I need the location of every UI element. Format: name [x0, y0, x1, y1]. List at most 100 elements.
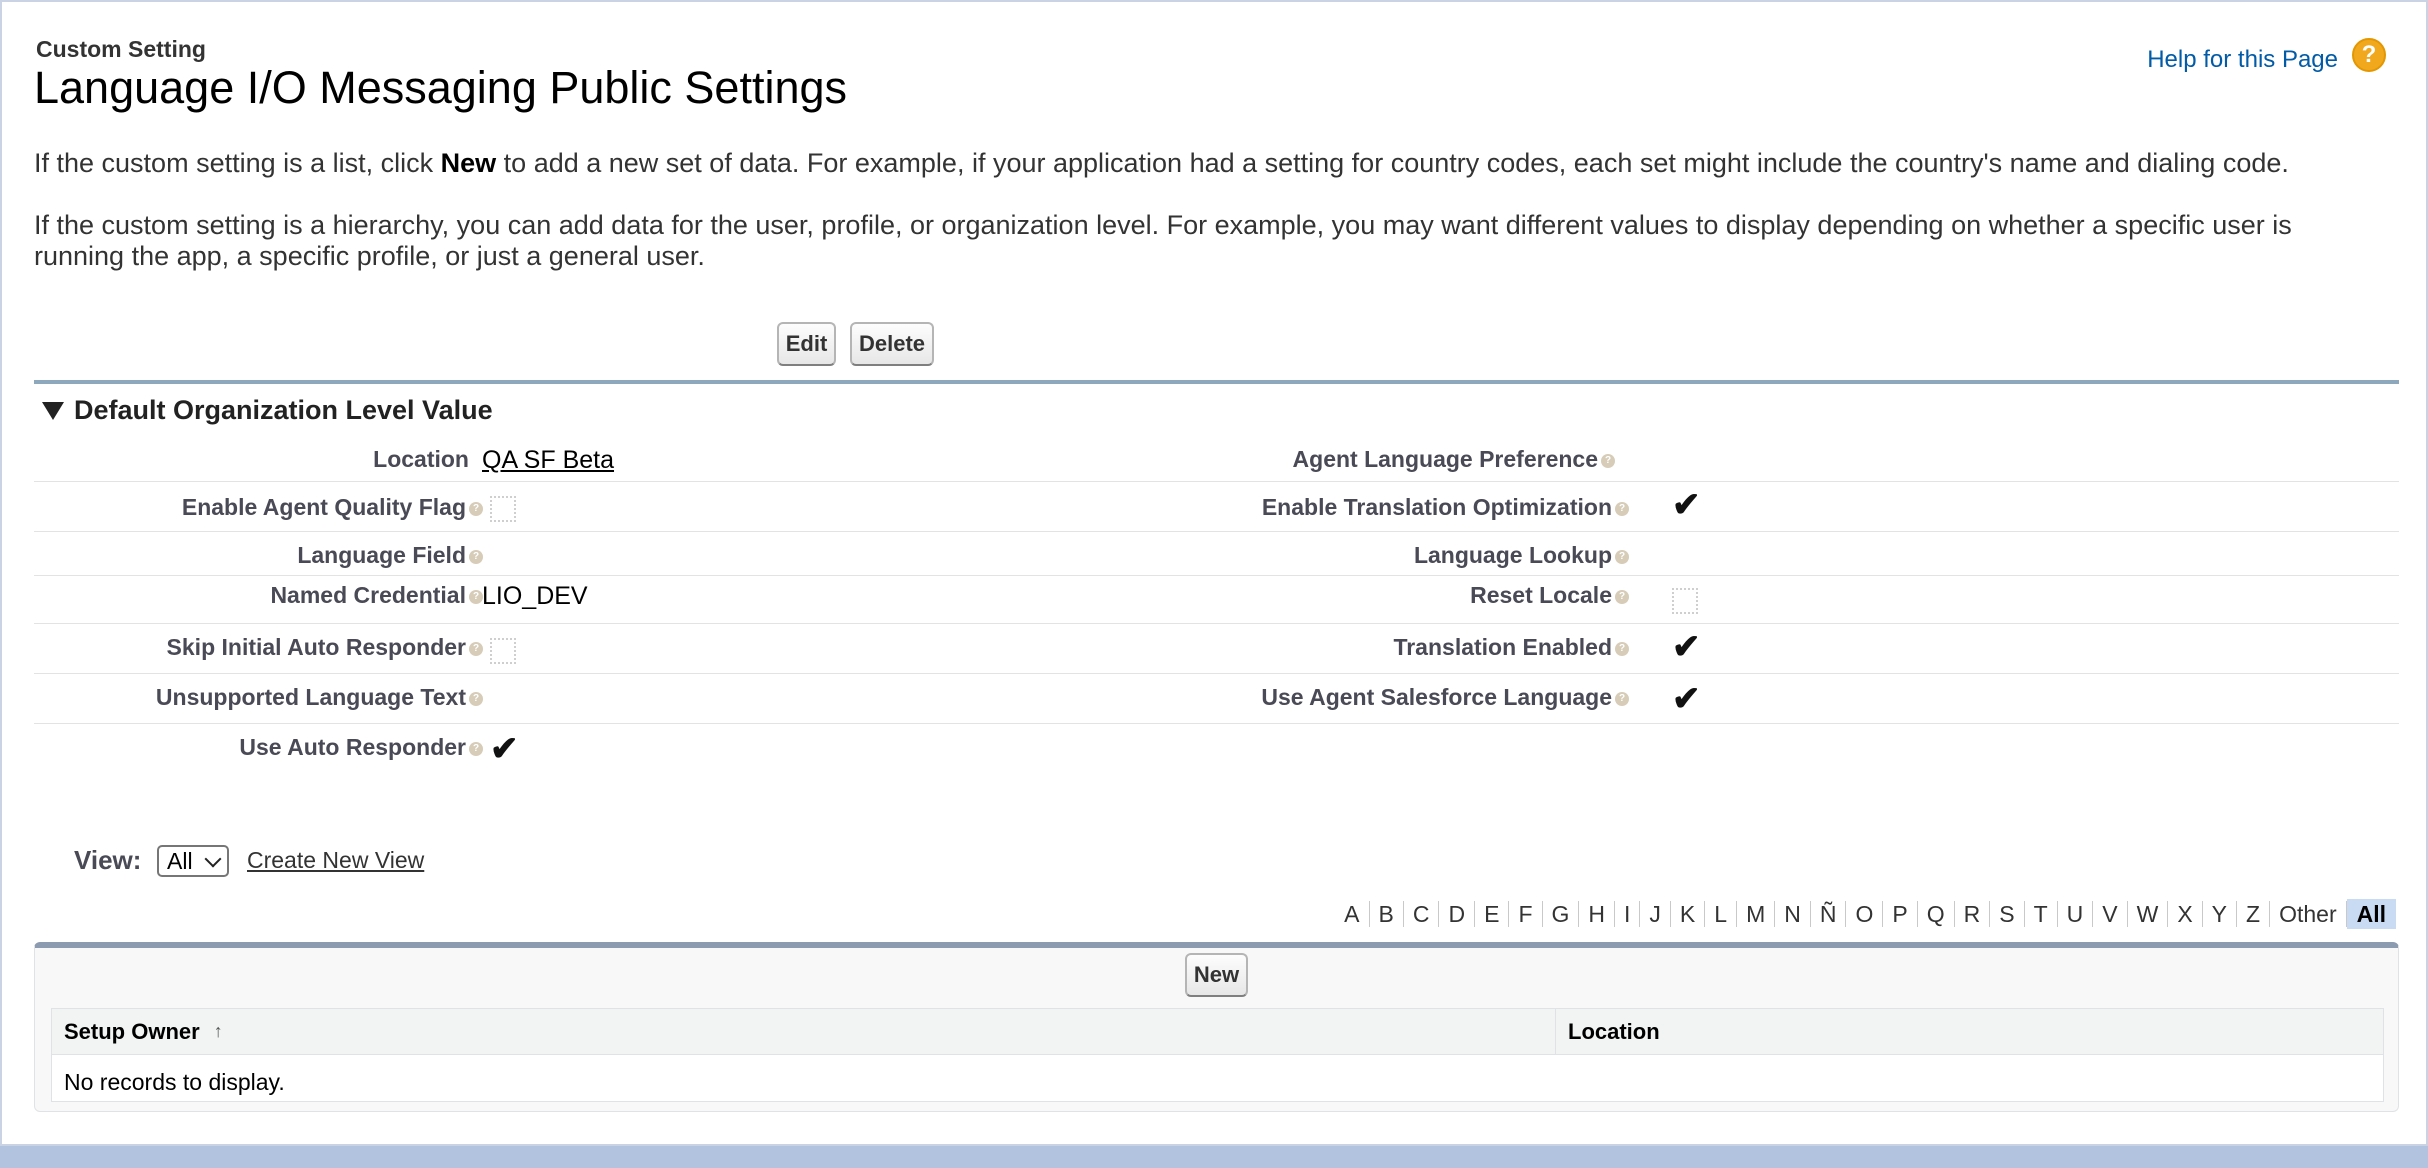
alpha-filter-g[interactable]: G	[1543, 901, 1580, 927]
help-info-icon[interactable]: ?	[1615, 549, 1629, 564]
label-text: Unsupported Language Text	[155, 684, 466, 710]
alpha-filter-p[interactable]: P	[1883, 901, 1918, 927]
help-info-icon[interactable]: ?	[1615, 589, 1629, 604]
sort-ascending-icon: ↑	[213, 1021, 223, 1041]
field-label-enable-translation-optimization: Enable Translation Optimization?	[1262, 494, 1629, 521]
alpha-filter-s[interactable]: S	[1990, 901, 2025, 927]
column-header-setup-owner[interactable]: Setup Owner ↑	[52, 1009, 1556, 1055]
help-info-icon[interactable]: ?	[469, 589, 483, 604]
checkmark-icon: ✔	[1672, 628, 1701, 666]
alpha-filter-e[interactable]: E	[1475, 901, 1510, 927]
alpha-filter-f[interactable]: F	[1509, 901, 1543, 927]
help-info-icon[interactable]: ?	[1601, 453, 1615, 468]
alpha-filter-c[interactable]: C	[1404, 901, 1440, 927]
detail-row: Location QA SF Beta Agent Language Prefe…	[34, 436, 2399, 482]
label-text: Enable Translation Optimization	[1261, 494, 1612, 520]
chevron-down-icon	[204, 850, 222, 868]
alpha-filter-i[interactable]: I	[1615, 901, 1641, 927]
label-text: Language Field	[297, 542, 466, 568]
page-container: Custom Setting Language I/O Messaging Pu…	[0, 0, 2428, 1146]
detail-row: Use Auto Responder? ✔	[34, 724, 2399, 774]
alpha-filter-other[interactable]: Other	[2270, 901, 2347, 927]
alpha-filter-m[interactable]: M	[1737, 901, 1776, 927]
label-text: Agent Language Preference	[1292, 446, 1598, 472]
field-value-named-credential: LIO_DEV	[482, 582, 588, 610]
alpha-filter-w[interactable]: W	[2128, 901, 2169, 927]
help-info-icon[interactable]: ?	[1615, 641, 1629, 656]
checkbox-reset-locale	[1672, 588, 1698, 614]
alpha-filter-y[interactable]: Y	[2203, 901, 2238, 927]
alpha-filter-q[interactable]: Q	[1918, 901, 1955, 927]
label-text: Reset Locale	[1470, 582, 1612, 608]
label-text: Translation Enabled	[1393, 634, 1612, 660]
detail-row: Unsupported Language Text? Use Agent Sal…	[34, 674, 2399, 724]
alpha-filter-h[interactable]: H	[1579, 901, 1616, 927]
help-link[interactable]: Help for this Page	[2147, 46, 2338, 74]
alpha-filter-a[interactable]: A	[1335, 901, 1370, 927]
page-title: Language I/O Messaging Public Settings	[34, 62, 848, 113]
alpha-filter-j[interactable]: J	[1640, 901, 1671, 927]
empty-message: No records to display.	[64, 1069, 285, 1095]
field-label-use-agent-salesforce-language: Use Agent Salesforce Language?	[1261, 684, 1629, 711]
alpha-filter-l[interactable]: L	[1705, 901, 1738, 927]
label-text: Skip Initial Auto Responder	[166, 634, 466, 660]
help-info-icon[interactable]: ?	[469, 501, 483, 516]
help-icon[interactable]: ?	[2352, 38, 2386, 72]
view-select-value: All	[167, 847, 193, 874]
field-label-skip-initial-auto-responder: Skip Initial Auto Responder?	[167, 634, 483, 661]
alpha-filter-u[interactable]: U	[2058, 901, 2094, 927]
help-info-icon[interactable]: ?	[469, 691, 483, 706]
detail-row: Skip Initial Auto Responder? Translation…	[34, 624, 2399, 674]
label-text: Enable Agent Quality Flag	[181, 494, 466, 520]
breadcrumb: Custom Setting	[36, 36, 206, 62]
field-label-named-credential: Named Credential?	[270, 582, 483, 609]
label-text: Language Lookup	[1413, 542, 1612, 568]
label-text: Named Credential	[270, 582, 466, 608]
collapse-triangle-icon[interactable]	[42, 402, 64, 420]
alpha-filter-b[interactable]: B	[1370, 901, 1404, 927]
help-info-icon[interactable]: ?	[1615, 691, 1629, 706]
intro-list-text: If the custom setting is a list, click N…	[34, 148, 2384, 179]
alpha-filter-k[interactable]: K	[1671, 901, 1706, 927]
location-link[interactable]: QA SF Beta	[482, 446, 614, 474]
field-label-language-lookup: Language Lookup?	[1414, 542, 1629, 569]
alpha-filter-t[interactable]: T	[2025, 901, 2058, 927]
help-info-icon[interactable]: ?	[469, 641, 483, 656]
label-text: Use Auto Responder	[239, 734, 466, 760]
alpha-filter-x[interactable]: X	[2168, 901, 2203, 927]
detail-row: Enable Agent Quality Flag? Enable Transl…	[34, 482, 2399, 532]
intro-list-after: to add a new set of data. For example, i…	[496, 148, 2289, 178]
field-label-language-field: Language Field?	[297, 542, 483, 569]
checkbox-enable-agent-quality-flag	[490, 496, 516, 522]
field-value-location: QA SF Beta	[482, 446, 614, 475]
column-header-location[interactable]: Location	[1556, 1009, 2383, 1055]
intro-hierarchy-text: If the custom setting is a hierarchy, yo…	[34, 210, 2292, 271]
alpha-filter-n-tilde[interactable]: Ñ	[1811, 901, 1847, 927]
new-button[interactable]: New	[1185, 953, 1248, 997]
detail-row: Named Credential? LIO_DEV Reset Locale?	[34, 576, 2399, 624]
create-new-view-link[interactable]: Create New View	[247, 847, 424, 874]
checkmark-icon: ✔	[1672, 486, 1701, 524]
delete-button[interactable]: Delete	[850, 322, 934, 366]
help-info-icon[interactable]: ?	[469, 549, 483, 564]
alpha-filter-o[interactable]: O	[1846, 901, 1884, 927]
alpha-filter-v[interactable]: V	[2093, 901, 2128, 927]
alpha-filter-n[interactable]: N	[1775, 901, 1811, 927]
checkbox-skip-initial-auto-responder	[490, 638, 516, 664]
alpha-filter-z[interactable]: Z	[2237, 901, 2271, 927]
column-header-label: Location	[1568, 1018, 1660, 1044]
column-header-label: Setup Owner	[64, 1018, 200, 1044]
view-select[interactable]: All	[157, 845, 229, 877]
alpha-filter-all[interactable]: All	[2346, 899, 2396, 929]
help-info-icon[interactable]: ?	[1615, 501, 1629, 516]
field-label-use-auto-responder: Use Auto Responder?	[239, 734, 483, 761]
help-info-icon[interactable]: ?	[469, 741, 483, 756]
label-text: Use Agent Salesforce Language	[1261, 684, 1612, 710]
field-label-location: Location	[373, 446, 469, 472]
alpha-filter-d[interactable]: D	[1439, 901, 1476, 927]
view-label: View:	[74, 845, 142, 875]
alpha-filter-r[interactable]: R	[1955, 901, 1991, 927]
checkmark-icon: ✔	[490, 730, 519, 768]
edit-button[interactable]: Edit	[777, 322, 836, 366]
intro-list-bold: New	[440, 148, 497, 178]
